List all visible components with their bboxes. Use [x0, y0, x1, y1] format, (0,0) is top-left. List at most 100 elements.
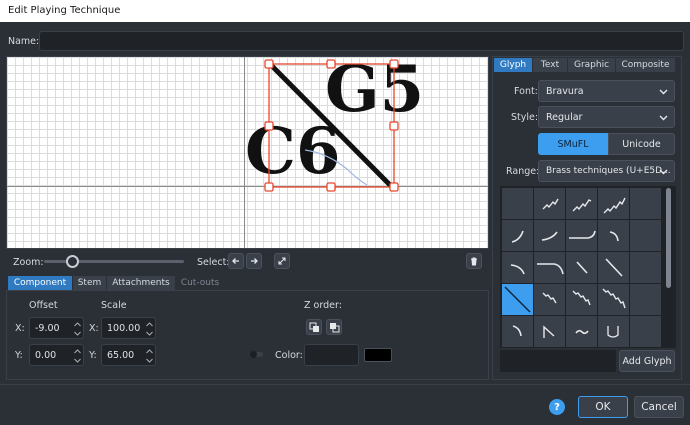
glyph-cell[interactable]	[534, 316, 565, 347]
glyph-cell[interactable]	[598, 252, 629, 283]
scale-heading: Scale	[101, 300, 127, 311]
handle-middle-right[interactable]	[389, 121, 399, 131]
handle-middle-left[interactable]	[264, 121, 274, 131]
tab-text[interactable]: Text	[533, 58, 567, 72]
glyph-curve-icon	[512, 325, 522, 337]
add-glyph-button[interactable]: Add Glyph	[619, 350, 675, 372]
tab-composite[interactable]: Composite	[616, 58, 675, 72]
glyph-cell[interactable]	[534, 284, 565, 315]
tab-cut-outs[interactable]: Cut-outs	[176, 276, 224, 290]
offset-y-input[interactable]: 0.00	[29, 344, 84, 366]
spinner-arrows-icon[interactable]	[73, 347, 82, 365]
glyph-cell[interactable]	[566, 188, 597, 219]
handle-top-middle[interactable]	[326, 59, 336, 69]
footer-divider	[0, 384, 690, 385]
glyph-cell[interactable]	[502, 220, 533, 251]
spinner-arrows-icon[interactable]	[145, 320, 154, 338]
selected-glyph-layer[interactable]	[7, 57, 489, 249]
glyph-cell[interactable]	[502, 252, 533, 283]
chevron-down-icon	[659, 115, 668, 121]
delete-component-button[interactable]	[466, 253, 482, 269]
send-backward-icon	[329, 322, 339, 332]
trash-icon	[471, 257, 477, 266]
glyph-cell[interactable]	[598, 284, 629, 315]
help-icon[interactable]: ?	[549, 399, 565, 415]
name-input[interactable]	[39, 31, 684, 51]
smufl-mode-button[interactable]: SMuFL	[538, 133, 608, 155]
font-value: Bravura	[546, 85, 584, 97]
glyph-cell[interactable]	[630, 316, 661, 347]
chevron-down-icon	[659, 89, 668, 95]
glyph-zigzag-icon	[542, 198, 559, 210]
glyph-cell[interactable]	[598, 220, 629, 251]
handle-bottom-middle[interactable]	[326, 182, 336, 192]
glyph-name-field	[500, 350, 616, 372]
handle-top-right[interactable]	[389, 59, 399, 69]
glyph-cell[interactable]	[502, 316, 533, 347]
glyph-cell[interactable]	[534, 188, 565, 219]
style-dropdown[interactable]: Regular	[538, 106, 675, 128]
select-next-button[interactable]	[246, 253, 262, 269]
glyph-cell[interactable]	[566, 284, 597, 315]
diagonal-glyph[interactable]	[268, 62, 394, 189]
offset-heading: Offset	[29, 300, 58, 311]
glyph-cell[interactable]	[534, 220, 565, 251]
glyph-cell[interactable]	[566, 220, 597, 251]
offset-x-input[interactable]: -9.00	[29, 317, 84, 339]
scale-x-label: X:	[89, 323, 99, 334]
color-value-field[interactable]	[304, 344, 359, 366]
glyph-cell[interactable]	[630, 188, 661, 219]
glyph-canvas[interactable]: C6 G5	[6, 56, 489, 249]
handle-bottom-left[interactable]	[264, 182, 274, 192]
range-dropdown[interactable]: Brass techniques (U+E5D...	[538, 160, 675, 182]
glyph-cell[interactable]	[534, 252, 565, 283]
select-previous-button[interactable]	[228, 253, 244, 269]
handle-bottom-right[interactable]	[389, 182, 399, 192]
scale-x-input[interactable]: 100.00	[101, 317, 156, 339]
color-toggle[interactable]	[250, 351, 263, 358]
cancel-button[interactable]: Cancel	[634, 396, 684, 418]
glyph-zigzag-icon	[542, 292, 557, 304]
font-dropdown[interactable]: Bravura	[538, 80, 675, 102]
handle-top-left[interactable]	[264, 59, 274, 69]
scale-y-input[interactable]: 65.00	[101, 344, 156, 366]
glyph-cell[interactable]	[630, 284, 661, 315]
ok-button[interactable]: OK	[578, 396, 628, 418]
scale-y-label: Y:	[89, 350, 97, 361]
scale-x-value: 100.00	[107, 322, 141, 334]
window-title: Edit Playing Technique	[8, 5, 121, 16]
diagonal-expand-icon	[278, 257, 286, 265]
color-swatch[interactable]	[364, 348, 392, 362]
glyph-cell[interactable]	[630, 220, 661, 251]
tab-component[interactable]: Component	[8, 276, 72, 290]
tab-glyph[interactable]: Glyph	[494, 58, 532, 72]
spinner-arrows-icon[interactable]	[73, 320, 82, 338]
unicode-mode-button[interactable]: Unicode	[608, 133, 675, 155]
tab-attachments[interactable]: Attachments	[107, 276, 175, 290]
tab-graphic[interactable]: Graphic	[568, 58, 615, 72]
glyph-zigzag-icon	[603, 197, 626, 214]
glyph-cell[interactable]	[502, 188, 533, 219]
glyph-curve-icon	[541, 231, 558, 241]
glyph-diagonal-icon	[504, 286, 531, 313]
glyph-zigzag-icon	[572, 290, 591, 306]
glyph-cell-selected[interactable]	[502, 284, 533, 315]
glyph-cell[interactable]	[630, 252, 661, 283]
glyph-cell[interactable]	[598, 316, 629, 347]
tab-stem[interactable]: Stem	[73, 276, 106, 290]
send-backward-button[interactable]	[326, 319, 342, 335]
glyph-curve-icon	[569, 230, 596, 239]
zoom-slider-handle[interactable]	[66, 255, 79, 268]
glyph-cell[interactable]	[598, 188, 629, 219]
spinner-arrows-icon[interactable]	[145, 347, 154, 365]
glyph-fall-icon	[537, 263, 564, 275]
glyph-grid	[500, 186, 676, 348]
glyph-fall-icon	[510, 264, 525, 275]
bring-forward-button[interactable]	[306, 319, 322, 335]
glyph-cell[interactable]	[566, 316, 597, 347]
zoom-slider[interactable]	[44, 260, 184, 263]
fit-to-view-button[interactable]	[274, 253, 290, 269]
glyph-cell[interactable]	[566, 252, 597, 283]
glyph-grid-scrollbar[interactable]	[666, 188, 671, 288]
arrow-left-icon	[232, 258, 239, 264]
